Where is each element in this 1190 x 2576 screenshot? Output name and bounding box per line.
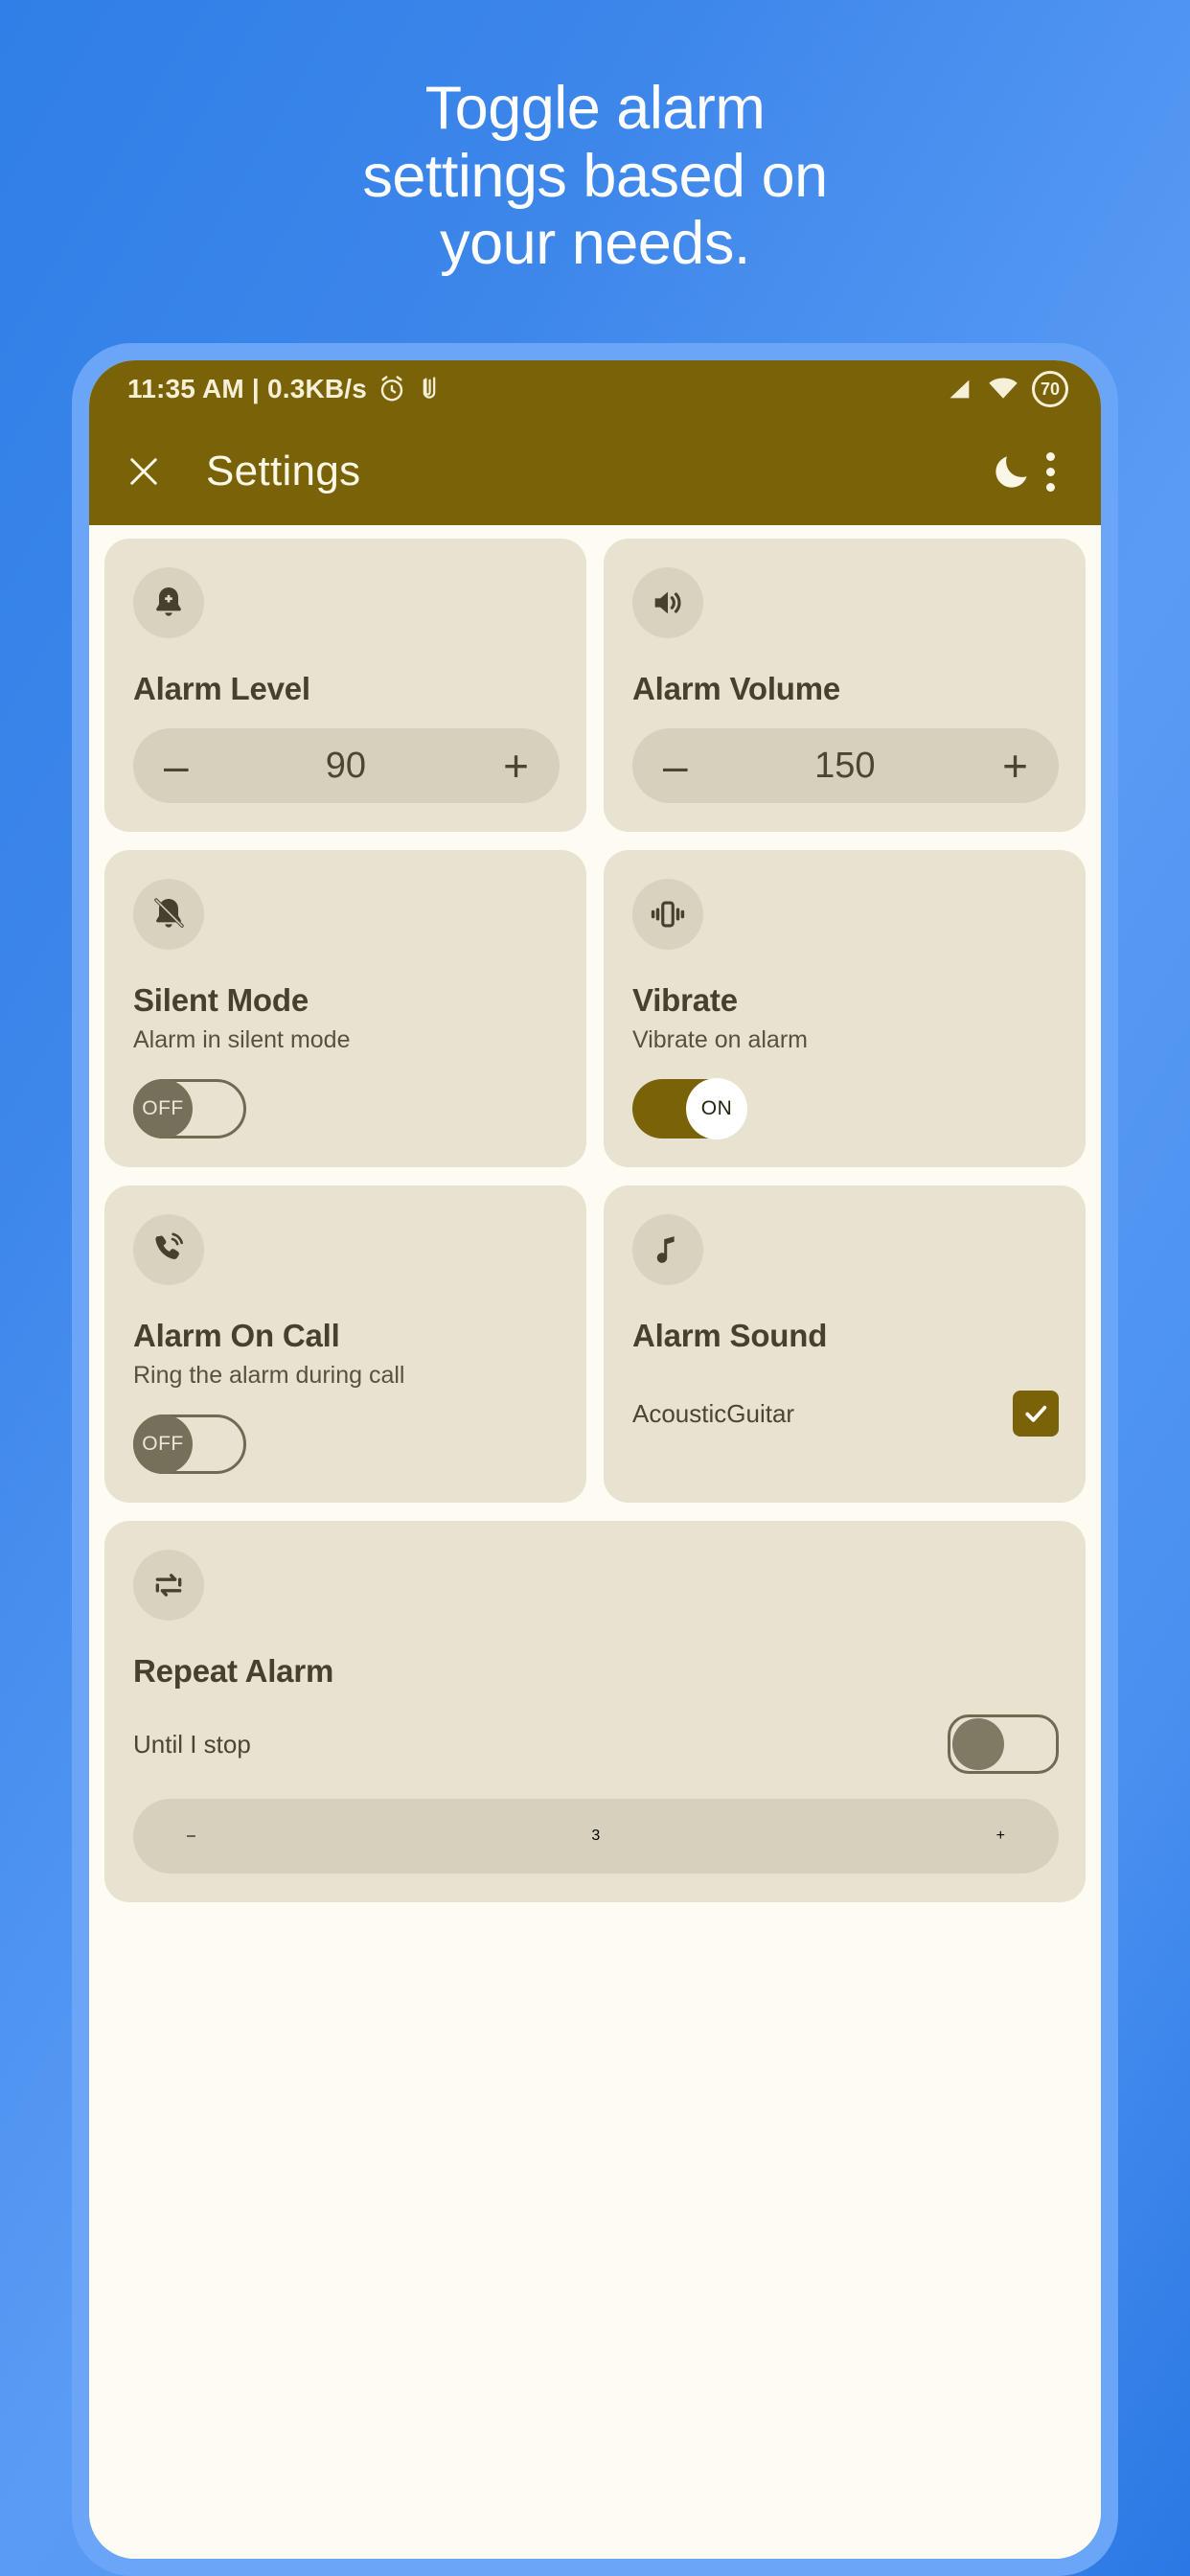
alarm-sound-checkbox[interactable] xyxy=(1013,1391,1059,1437)
vibrate-toggle-label: ON xyxy=(686,1078,747,1139)
card-title: Alarm Volume xyxy=(632,671,841,706)
moon-icon[interactable] xyxy=(991,450,1033,493)
decrement-button[interactable]: – xyxy=(164,744,189,788)
phone-frame: 11:35 AM | 0.3KB/s 70 Settings Alarm Lev… xyxy=(72,343,1118,2576)
card-title: Vibrate xyxy=(632,982,738,1018)
status-time-network: 11:35 AM | 0.3KB/s xyxy=(127,374,368,403)
decrement-button[interactable]: – xyxy=(187,1828,195,1845)
paperclip-icon xyxy=(417,375,442,403)
alarm-level-stepper[interactable]: – 90 + xyxy=(133,728,560,803)
card-title: Alarm Sound xyxy=(632,1318,828,1353)
card-subtitle: Vibrate on alarm xyxy=(632,1026,808,1053)
cell-signal-icon xyxy=(946,376,974,402)
app-bar: Settings xyxy=(89,418,1101,525)
bell-plus-icon xyxy=(133,567,204,638)
increment-button[interactable]: + xyxy=(503,744,529,788)
card-alarm-on-call[interactable]: Alarm On Call Ring the alarm during call… xyxy=(104,1185,586,1503)
repeat-alarm-until-label: Until I stop xyxy=(133,1729,251,1759)
repeat-icon xyxy=(133,1550,204,1621)
increment-button[interactable]: + xyxy=(996,1828,1005,1845)
repeat-alarm-toggle[interactable] xyxy=(948,1714,1059,1774)
alarm-on-call-toggle-label: OFF xyxy=(133,1414,193,1474)
alarm-volume-stepper[interactable]: – 150 + xyxy=(632,728,1059,803)
alarm-level-value: 90 xyxy=(325,745,366,786)
bell-slash-icon xyxy=(133,879,204,950)
wifi-icon xyxy=(987,376,1019,402)
battery-indicator: 70 xyxy=(1032,371,1068,407)
card-alarm-volume[interactable]: Alarm Volume – 150 + xyxy=(604,539,1086,832)
repeat-alarm-until-row: Until I stop xyxy=(133,1714,1059,1774)
close-icon[interactable] xyxy=(124,451,164,492)
silent-mode-toggle-label: OFF xyxy=(133,1079,193,1138)
status-bar-left: 11:35 AM | 0.3KB/s xyxy=(127,374,946,404)
increment-button[interactable]: + xyxy=(1002,744,1028,788)
card-title: Alarm On Call xyxy=(133,1318,340,1353)
dot-2 xyxy=(1046,467,1055,476)
repeat-count-value: 3 xyxy=(591,1828,601,1844)
phone-ring-icon xyxy=(133,1214,204,1285)
decrement-button[interactable]: – xyxy=(663,744,688,788)
card-title: Alarm Level xyxy=(133,671,310,706)
dot-1 xyxy=(1046,451,1055,461)
silent-mode-toggle[interactable]: OFF xyxy=(133,1079,246,1138)
music-note-icon xyxy=(632,1214,703,1285)
alarm-clock-icon xyxy=(378,375,406,403)
phone-screen: 11:35 AM | 0.3KB/s 70 Settings Alarm Lev… xyxy=(89,360,1101,2559)
card-repeat-alarm[interactable]: Repeat Alarm Until I stop – 3 + xyxy=(104,1521,1086,1902)
more-vertical-icon[interactable] xyxy=(1033,451,1068,492)
settings-row-1: Alarm Level – 90 + Alarm Volume – 150 + xyxy=(104,539,1086,832)
card-title: Repeat Alarm xyxy=(133,1653,334,1689)
repeat-count-stepper[interactable]: – 3 + xyxy=(133,1799,1059,1874)
card-alarm-sound[interactable]: Alarm Sound AcousticGuitar xyxy=(604,1185,1086,1503)
volume-up-icon xyxy=(632,567,703,638)
settings-row-3: Alarm On Call Ring the alarm during call… xyxy=(104,1185,1086,1503)
alarm-sound-name: AcousticGuitar xyxy=(632,1398,795,1428)
promo-headline: Toggle alarm settings based on your need… xyxy=(362,75,828,278)
vibrate-icon xyxy=(632,879,703,950)
card-vibrate[interactable]: Vibrate Vibrate on alarm ON xyxy=(604,850,1086,1167)
status-bar: 11:35 AM | 0.3KB/s 70 xyxy=(89,360,1101,418)
page-title: Settings xyxy=(206,448,361,494)
settings-content: Alarm Level – 90 + Alarm Volume – 150 + … xyxy=(89,525,1101,2559)
card-subtitle: Alarm in silent mode xyxy=(133,1026,351,1053)
alarm-volume-value: 150 xyxy=(814,745,876,786)
card-title: Silent Mode xyxy=(133,982,309,1018)
settings-row-2: Silent Mode Alarm in silent mode OFF Vib… xyxy=(104,850,1086,1167)
vibrate-toggle[interactable]: ON xyxy=(632,1078,747,1139)
card-silent-mode[interactable]: Silent Mode Alarm in silent mode OFF xyxy=(104,850,586,1167)
dot-3 xyxy=(1046,482,1055,492)
alarm-sound-selection-row[interactable]: AcousticGuitar xyxy=(632,1391,1059,1437)
alarm-on-call-toggle[interactable]: OFF xyxy=(133,1414,246,1474)
card-subtitle: Ring the alarm during call xyxy=(133,1362,405,1389)
card-alarm-level[interactable]: Alarm Level – 90 + xyxy=(104,539,586,832)
battery-level-label: 70 xyxy=(1040,379,1061,399)
settings-row-4: Repeat Alarm Until I stop – 3 + xyxy=(104,1521,1086,1902)
repeat-alarm-toggle-knob xyxy=(952,1718,1004,1770)
status-bar-right: 70 xyxy=(946,371,1068,407)
